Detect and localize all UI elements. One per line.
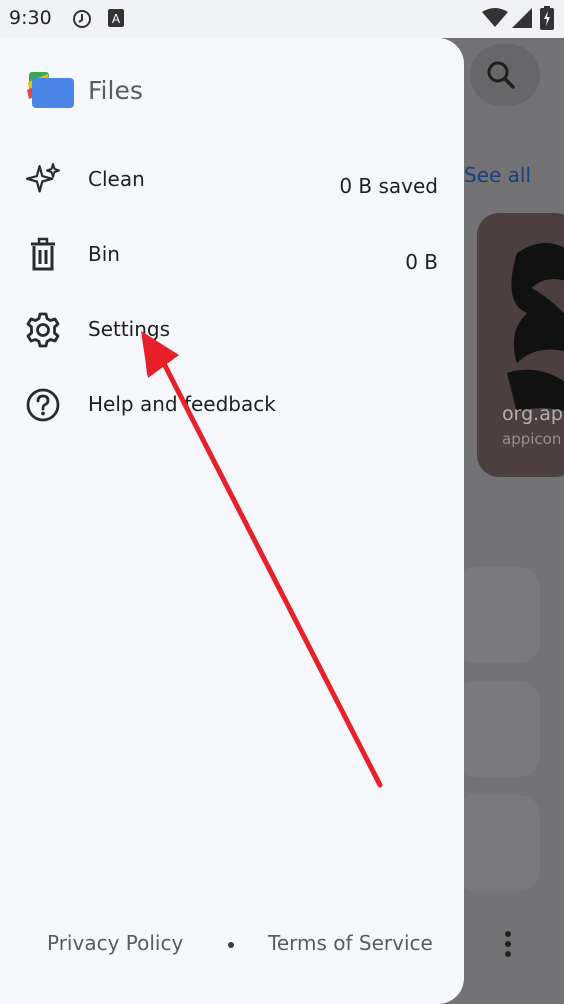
help-icon	[26, 388, 60, 422]
signal-icon	[512, 8, 532, 28]
nav-label-bin: Bin	[88, 242, 120, 266]
navigation-drawer: Files Clean 0 B saved Bin 0 B Settings H…	[0, 38, 464, 1004]
status-time: 9:30	[9, 7, 52, 29]
gear-icon	[26, 312, 60, 348]
more-vert-icon	[505, 931, 511, 957]
nav-label-help-and-feedback: Help and feedback	[88, 392, 276, 416]
nav-label-settings: Settings	[88, 317, 171, 341]
background-tile	[455, 567, 540, 663]
wifi-icon	[482, 8, 508, 27]
background-see-all-link: See all	[464, 163, 532, 187]
terms-of-service-link[interactable]: Terms of Service	[268, 931, 433, 955]
nav-item-help-and-feedback[interactable]: Help and feedback	[0, 375, 464, 435]
background-card-subtitle: appicon	[502, 430, 562, 448]
files-logo-icon	[27, 72, 74, 108]
sparkle-icon	[25, 163, 60, 193]
background-tile	[455, 795, 540, 891]
text-a-icon: A	[108, 9, 124, 27]
background-tile	[455, 681, 540, 777]
footer-separator-dot	[228, 942, 234, 948]
background-card-title: org.ap	[502, 403, 563, 425]
nav-item-settings[interactable]: Settings	[0, 300, 464, 360]
privacy-policy-link[interactable]: Privacy Policy	[47, 931, 183, 955]
nav-item-clean[interactable]: Clean 0 B saved	[0, 150, 464, 210]
background-search-button	[470, 44, 540, 106]
search-icon	[487, 61, 515, 89]
drawer-footer: Privacy Policy Terms of Service	[0, 931, 464, 971]
nav-item-bin[interactable]: Bin 0 B	[0, 225, 464, 285]
nav-label-clean: Clean	[88, 167, 145, 191]
bin-size-value: 0 B	[405, 250, 438, 274]
clean-saved-value: 0 B saved	[339, 174, 438, 198]
trash-icon	[31, 237, 55, 271]
status-bar: 9:30 A	[0, 0, 564, 38]
svg-text:A: A	[112, 12, 121, 26]
background-app-card: org.ap appicon	[477, 213, 564, 477]
drawer-app-title: Files	[88, 76, 143, 105]
sync-icon	[73, 10, 91, 28]
battery-icon	[540, 6, 554, 30]
